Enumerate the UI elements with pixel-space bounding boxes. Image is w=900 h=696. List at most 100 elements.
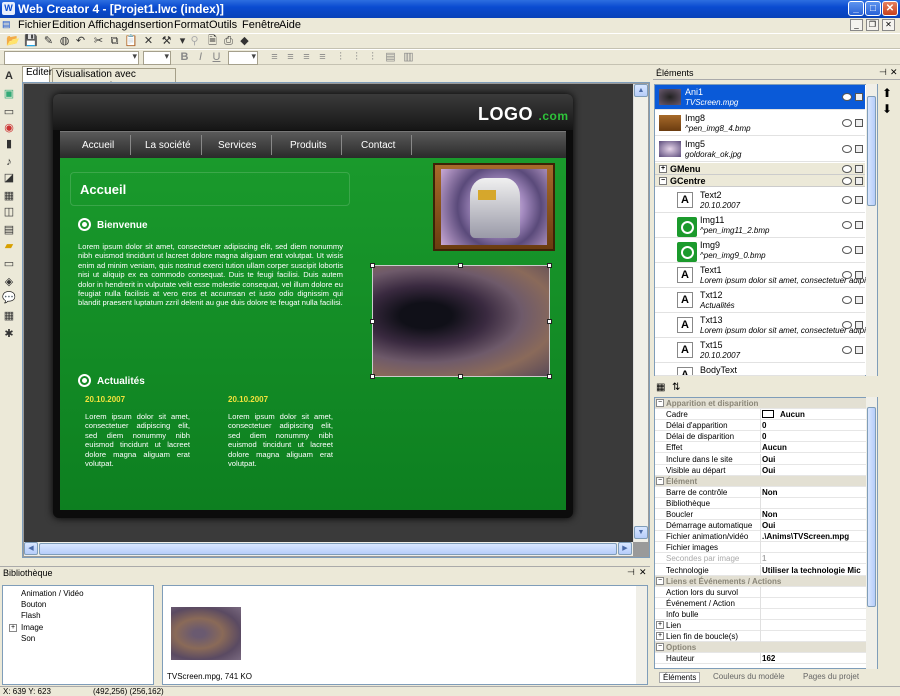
menu-insertion[interactable]: Insertion xyxy=(131,19,173,31)
comment-tool-icon[interactable]: 💬 xyxy=(2,292,16,305)
tab-elements[interactable]: Éléments xyxy=(659,672,701,683)
property-value[interactable]: Utiliser la technologie Mic xyxy=(762,566,866,575)
property-category[interactable]: − Élément xyxy=(655,475,866,487)
property-category[interactable]: − Apparition et disparition xyxy=(655,398,866,409)
collapse-icon[interactable]: − xyxy=(656,399,664,407)
elements-scrollbar[interactable] xyxy=(866,84,877,376)
element-row-img5[interactable]: Img5 goldorak_ok.jpg xyxy=(655,137,865,162)
group-row-gcentre[interactable]: − GCentre xyxy=(655,175,865,187)
maximize-icon[interactable]: □ xyxy=(865,1,881,16)
menu-affichage[interactable]: Affichage xyxy=(88,19,134,31)
visibility-eye-icon[interactable] xyxy=(842,321,852,329)
calendar-tool-icon[interactable]: ▤ xyxy=(2,224,16,237)
scroll-thumb[interactable] xyxy=(867,407,876,607)
font-combo[interactable] xyxy=(4,51,139,65)
lock-icon[interactable] xyxy=(855,196,863,204)
scroll-down-icon[interactable]: ▼ xyxy=(634,526,648,539)
bold-icon[interactable]: B xyxy=(178,51,191,64)
tab-couleurs[interactable]: Couleurs du modèle xyxy=(713,672,785,681)
lock-icon[interactable] xyxy=(855,93,863,101)
tree-item-image[interactable]: Image xyxy=(21,623,43,632)
scroll-thumb[interactable] xyxy=(867,96,876,206)
element-row-img11[interactable]: Img11 ^pen_img11_2.bmp xyxy=(655,213,865,238)
format-brush-icon[interactable]: ⚒ xyxy=(160,35,173,48)
property-value[interactable]: Non xyxy=(762,510,866,519)
element-row-bodytext[interactable]: A BodyText xyxy=(655,363,865,376)
sort-az-icon[interactable]: ⇅ xyxy=(672,382,680,393)
collapse-icon[interactable]: − xyxy=(656,643,664,652)
property-row[interactable]: Délai de disparition 0 xyxy=(655,431,866,443)
scroll-thumb[interactable] xyxy=(39,543,617,555)
lock-icon[interactable] xyxy=(855,221,863,229)
scroll-left-icon[interactable]: ◀ xyxy=(24,542,38,555)
expand-icon[interactable]: + xyxy=(659,165,667,173)
property-row[interactable]: Événement / Action xyxy=(655,597,866,609)
property-value[interactable]: Non xyxy=(762,488,866,497)
visibility-eye-icon[interactable] xyxy=(842,246,852,254)
property-row[interactable]: Fichier images xyxy=(655,542,866,554)
video-element[interactable] xyxy=(372,265,550,377)
tab-editer[interactable]: Editer xyxy=(22,66,52,82)
menu-fenetre[interactable]: Fenêtre xyxy=(242,19,280,31)
nav-services[interactable]: Services xyxy=(218,140,256,151)
undo-icon[interactable]: ↶ xyxy=(74,35,87,48)
note-tool-icon[interactable]: ▰ xyxy=(2,240,16,253)
visibility-eye-icon[interactable] xyxy=(842,93,852,101)
property-row[interactable]: Info bulle xyxy=(655,608,866,620)
tree-item-son[interactable]: Son xyxy=(21,634,35,643)
distribute-icon[interactable]: ▤ xyxy=(384,51,397,64)
canvas-horizontal-scrollbar[interactable]: ◀ ▶ xyxy=(24,542,633,556)
logo[interactable]: LOGO .com xyxy=(478,104,569,125)
visibility-eye-icon[interactable] xyxy=(842,145,852,153)
element-row-txt13[interactable]: A Txt13 Lorem ipsum dolor sit amet, cons… xyxy=(655,313,874,338)
menu-outils[interactable]: Outils xyxy=(209,19,237,31)
video-tool-icon[interactable]: ▮ xyxy=(2,138,16,151)
pin-icon[interactable]: ⊣ xyxy=(627,567,635,578)
lock-icon[interactable] xyxy=(855,296,863,304)
element-row-txt12[interactable]: A Txt12 Actualités xyxy=(655,288,865,313)
collapse-icon[interactable]: − xyxy=(659,177,667,185)
property-row[interactable]: Délai d'apparition 0 xyxy=(655,420,866,432)
lock-icon[interactable] xyxy=(855,119,863,127)
visibility-eye-icon[interactable] xyxy=(842,177,852,185)
element-row-text2[interactable]: A Text2 20.10.2007 xyxy=(655,188,865,213)
news-title[interactable]: Actualités xyxy=(97,376,145,387)
tree-item-bouton[interactable]: Bouton xyxy=(21,600,46,609)
group-row-gmenu[interactable]: + GMenu xyxy=(655,163,865,175)
input-tool-icon[interactable]: ▭ xyxy=(2,258,16,271)
globe-icon[interactable]: ◍ xyxy=(58,35,71,48)
group-tool-icon[interactable]: ◈ xyxy=(2,276,16,289)
property-category[interactable]: − Liens et Événements / Actions xyxy=(655,575,866,587)
vertical-align-bottom-icon[interactable]: ⫶ xyxy=(366,51,379,64)
property-value[interactable]: 0 xyxy=(762,432,866,441)
nav-la-societe[interactable]: La société xyxy=(145,140,191,151)
property-row[interactable]: Inclure dans le site Oui xyxy=(655,453,866,465)
tree-item-animation[interactable]: Animation / Vidéo xyxy=(21,589,84,598)
expand-icon[interactable]: + xyxy=(9,624,17,632)
shape-tool-icon[interactable]: ◪ xyxy=(2,172,16,185)
element-row-txt15[interactable]: A Txt15 20.10.2007 xyxy=(655,338,865,363)
align-left-icon[interactable]: ≡ xyxy=(268,51,281,64)
property-value[interactable]: 0 xyxy=(762,421,866,430)
resize-handle[interactable] xyxy=(370,263,375,268)
menu-edition[interactable]: Edition xyxy=(52,19,86,31)
delete-icon[interactable]: ✕ xyxy=(142,35,155,48)
move-down-icon[interactable]: ⬇ xyxy=(882,102,892,116)
visibility-eye-icon[interactable] xyxy=(842,296,852,304)
html-tool-icon[interactable]: ◫ xyxy=(2,206,16,219)
lock-icon[interactable] xyxy=(855,165,863,173)
property-row[interactable]: Barre de contrôle Non xyxy=(655,486,866,498)
lock-icon[interactable] xyxy=(855,346,863,354)
align-right-icon[interactable]: ≡ xyxy=(300,51,313,64)
underline-icon[interactable]: U xyxy=(210,51,223,64)
visibility-eye-icon[interactable] xyxy=(842,271,852,279)
canvas-vertical-scrollbar[interactable]: ▲ ▼ xyxy=(633,84,648,542)
library-close-icon[interactable]: ✕ xyxy=(639,567,647,578)
size-combo[interactable] xyxy=(143,51,171,65)
property-row[interactable]: Action lors du survol xyxy=(655,586,866,598)
property-row[interactable]: Bibliothèque xyxy=(655,497,866,509)
resize-handle[interactable] xyxy=(370,319,375,324)
visibility-eye-icon[interactable] xyxy=(842,165,852,173)
layer-icon[interactable]: ▥ xyxy=(402,51,415,64)
tool-icon[interactable]: ⚲ xyxy=(188,35,201,48)
